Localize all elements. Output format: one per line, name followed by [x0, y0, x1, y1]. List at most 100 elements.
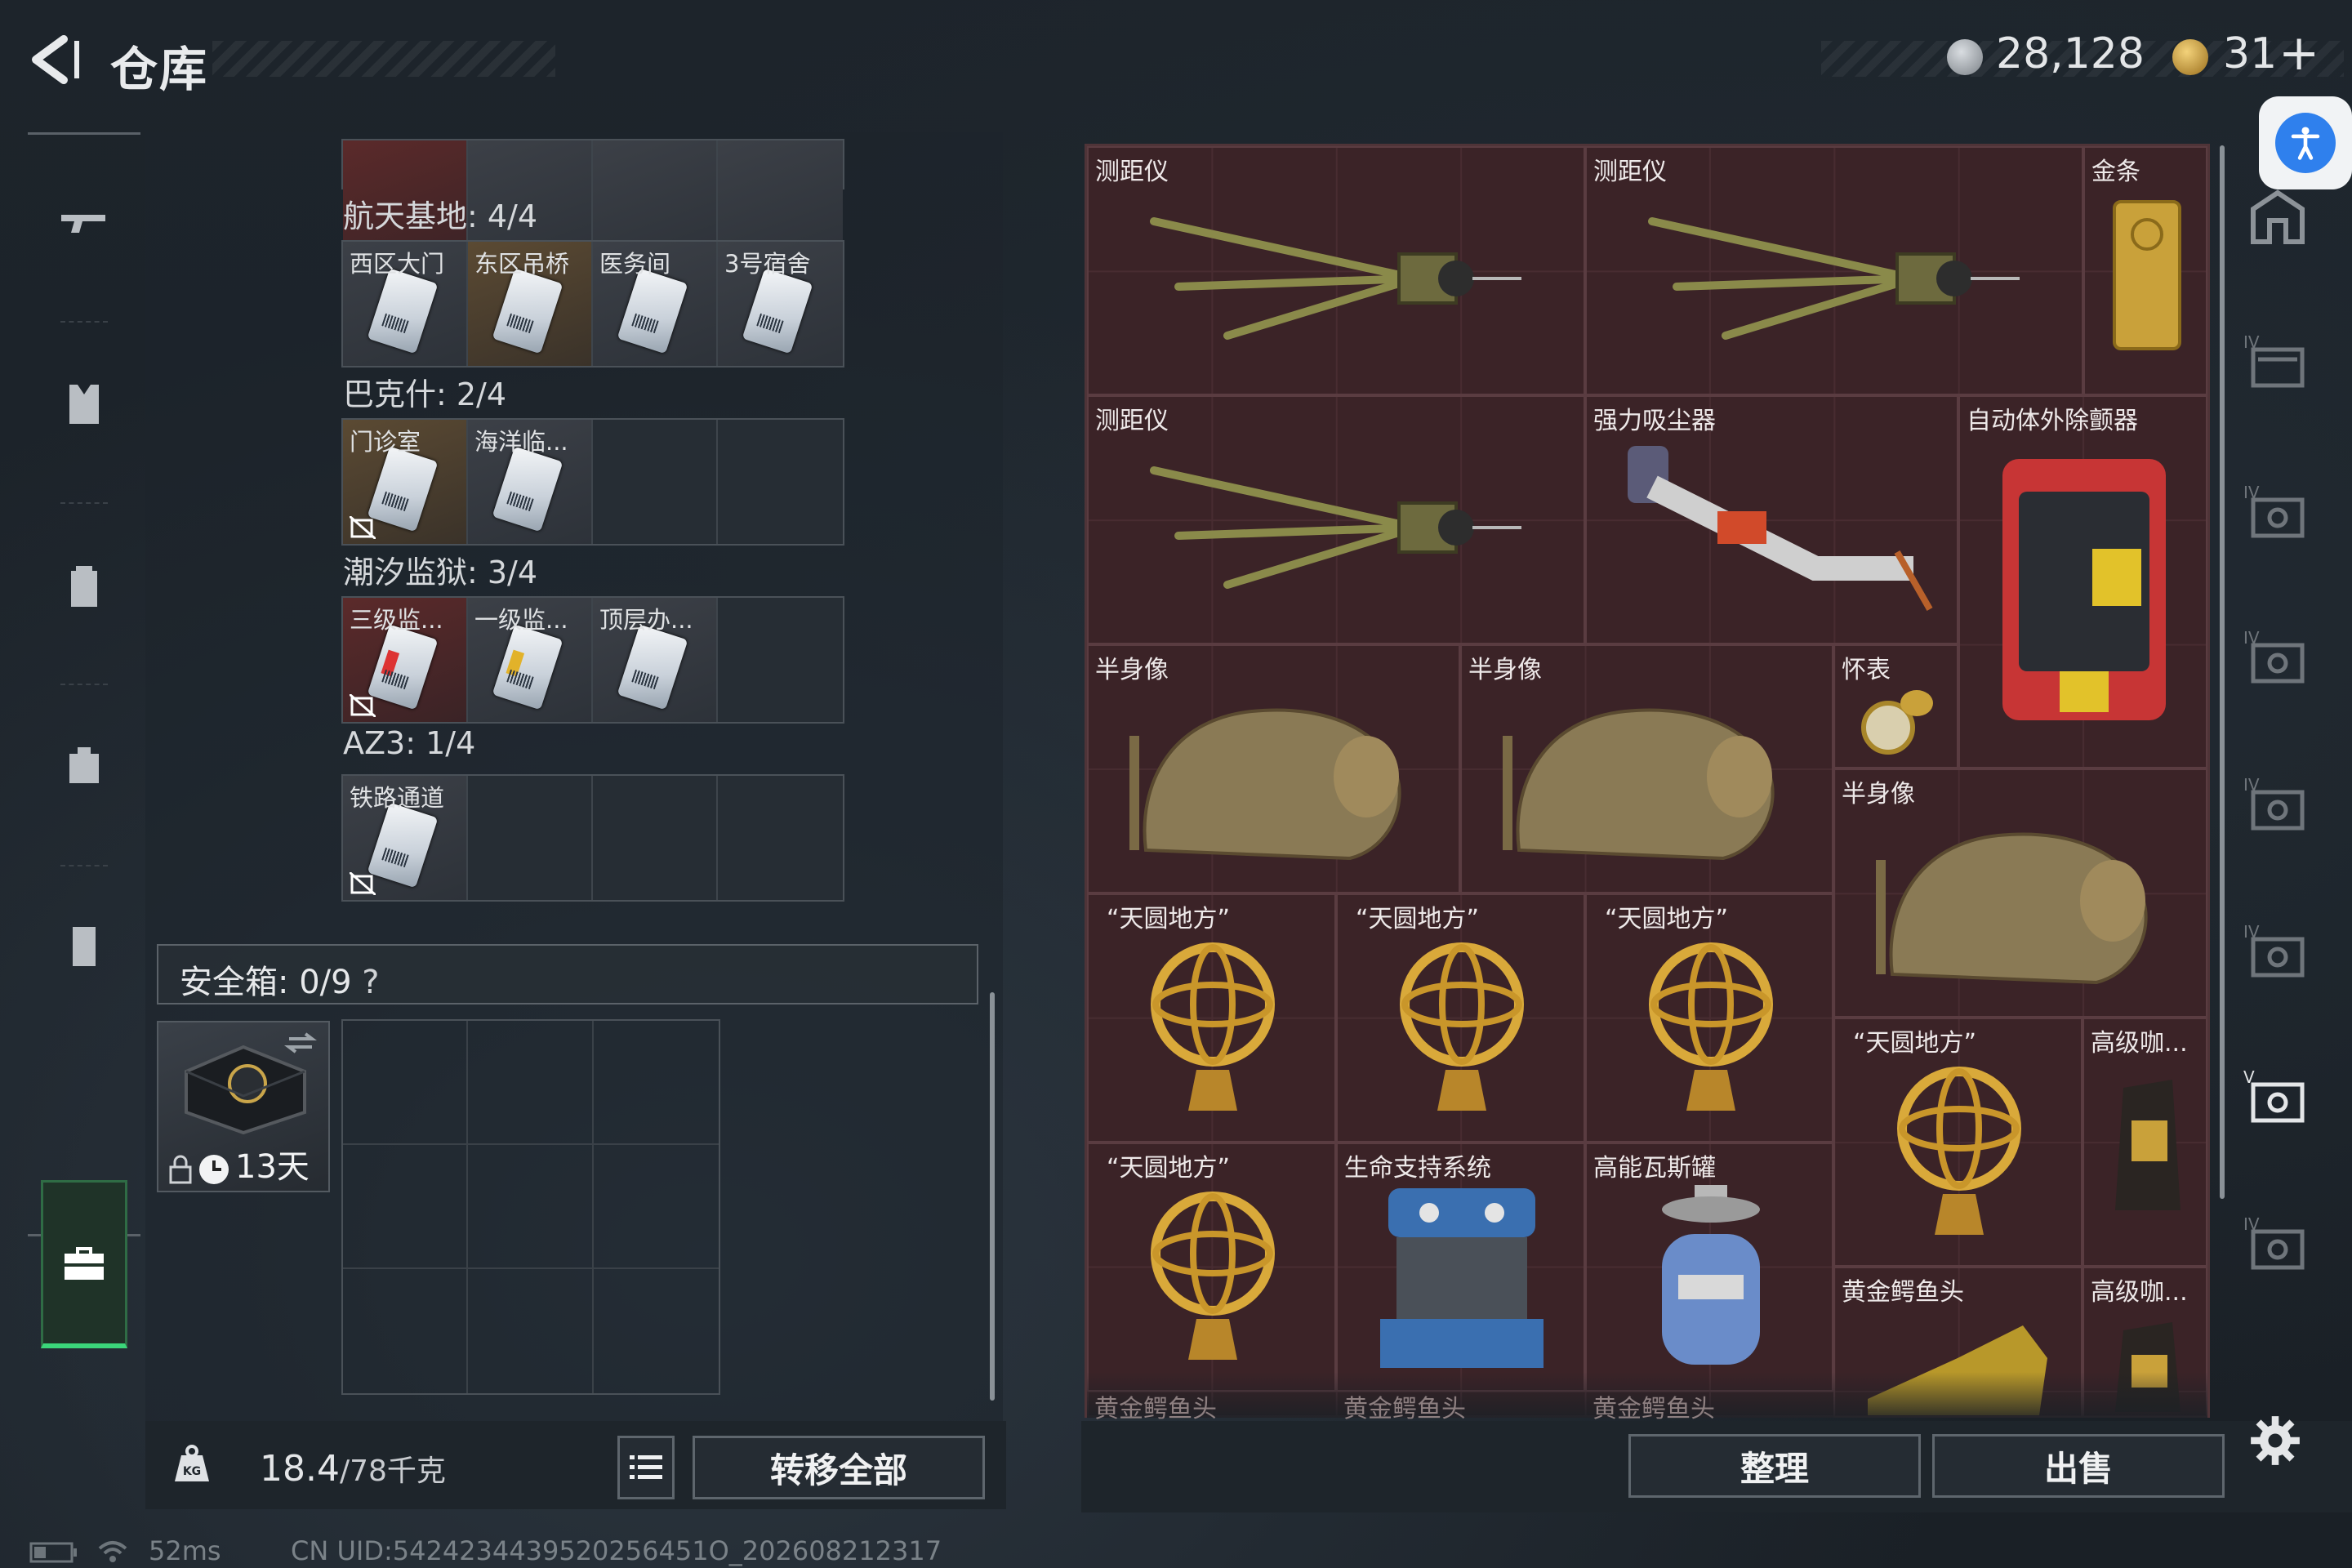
stash-item-rangefinder[interactable]: 测距仪: [1087, 146, 1585, 395]
item-label: 黄金鳄鱼头: [1842, 1278, 1964, 1307]
item-label: “天圆地方”: [1605, 905, 1729, 933]
safe-slot[interactable]: [593, 1021, 719, 1145]
page-title: 仓库: [110, 42, 209, 97]
safe-v-icon-selected[interactable]: V: [2242, 1065, 2314, 1130]
keycard-slot-empty[interactable]: [718, 420, 843, 544]
keycard-slot-empty[interactable]: [593, 420, 718, 544]
left-scrollbar[interactable]: [990, 992, 995, 1401]
nav-chest-rig[interactable]: [28, 677, 140, 853]
nav-backpack[interactable]: [28, 497, 140, 674]
safe-iv-icon[interactable]: IV: [2242, 1212, 2314, 1277]
organize-button[interactable]: 整理: [1628, 1434, 1921, 1498]
keycard-slot[interactable]: 海洋临...: [468, 420, 593, 544]
stash-item-bust[interactable]: 半身像: [1833, 768, 2207, 1018]
armillary-sphere-icon: [1649, 942, 1773, 1111]
safe-iv-icon[interactable]: IV: [2242, 773, 2314, 838]
stash-item-armillary[interactable]: “天圆地方”: [1336, 893, 1585, 1143]
keycard-slot[interactable]: 铁路通道: [343, 776, 468, 900]
safe-slot[interactable]: [468, 1021, 594, 1145]
keycard-slot-empty[interactable]: [468, 776, 593, 900]
safe-iv-icon[interactable]: IV: [2242, 480, 2314, 546]
item-label: 半身像: [1095, 656, 1169, 684]
stash-item-armillary[interactable]: “天圆地方”: [1585, 893, 1833, 1143]
room-icon[interactable]: [2242, 185, 2314, 250]
svg-text:IV: IV: [2243, 1214, 2260, 1234]
stash-item-bust[interactable]: 半身像: [1460, 644, 1833, 893]
safe-slot[interactable]: [468, 1269, 594, 1393]
unlinked-icon: [350, 694, 376, 717]
stash-item-armillary[interactable]: “天圆地方”: [1833, 1018, 2082, 1267]
stash-item-coffee[interactable]: 高级咖...: [2082, 1018, 2207, 1267]
stash-item-gas-tank[interactable]: 高能瓦斯罐: [1585, 1143, 1833, 1392]
stash-item-rangefinder[interactable]: 测距仪: [1585, 146, 2083, 395]
safe-slot[interactable]: [343, 1145, 469, 1269]
item-label: 高级咖...: [2091, 1278, 2188, 1307]
nav-weapons[interactable]: [28, 135, 140, 311]
nav-safe-box[interactable]: [41, 1180, 127, 1348]
safe-slot[interactable]: [343, 1021, 469, 1145]
safe-slot[interactable]: [468, 1145, 594, 1269]
sell-button[interactable]: 出售: [1932, 1434, 2225, 1498]
keycard-icon: [367, 802, 439, 889]
safe-box-item[interactable]: 13天: [157, 1021, 330, 1192]
vest-icon: [69, 385, 99, 424]
keycard-slot[interactable]: 顶层办...: [593, 598, 718, 722]
armillary-sphere-icon: [1400, 942, 1524, 1111]
stash-item-life-support[interactable]: 生命支持系统: [1336, 1143, 1585, 1392]
rangefinder-icon: [1648, 217, 2020, 340]
weight-total: /78千克: [339, 1454, 446, 1488]
clock-icon: [199, 1155, 229, 1184]
stash-item-armillary[interactable]: “天圆地方”: [1087, 1143, 1336, 1392]
safe-slot[interactable]: [593, 1145, 719, 1269]
stash-item-gold-bar[interactable]: 金条: [2083, 146, 2207, 395]
safe-slot[interactable]: [594, 1269, 719, 1393]
nav-pouch[interactable]: [28, 858, 140, 1035]
svg-text:IV: IV: [2243, 332, 2260, 352]
keycard-slot[interactable]: 医务间: [593, 242, 718, 366]
keycard-label: 门诊室: [350, 428, 421, 456]
stash-scrollbar[interactable]: [2220, 145, 2225, 1199]
keycard-label: 医务间: [599, 250, 671, 278]
keycard-icon: [617, 624, 688, 710]
keycard-slot[interactable]: 门诊室: [343, 420, 468, 544]
safe-iv-icon[interactable]: IV: [2242, 920, 2314, 985]
settings-gear-icon[interactable]: [2249, 1414, 2301, 1467]
svg-text:IV: IV: [2243, 483, 2260, 502]
keycard-slot[interactable]: 一级监...: [468, 598, 593, 722]
stash-item-pocket-watch[interactable]: 怀表: [1833, 644, 1958, 768]
help-icon[interactable]: ?: [362, 964, 379, 1001]
stash-item-rangefinder[interactable]: 测距仪: [1087, 395, 1585, 644]
shelf-iv-icon[interactable]: IV: [2242, 330, 2314, 395]
stash-item-vacuum[interactable]: 强力吸尘器: [1585, 395, 1958, 644]
safe-box-header: 安全箱: 0/9 ?: [157, 944, 978, 1004]
safe-slot[interactable]: [343, 1269, 469, 1393]
weight-value: 18.4: [260, 1448, 340, 1490]
keycard-slot[interactable]: 3号宿舍: [718, 242, 843, 366]
stash-item-armillary[interactable]: “天圆地方”: [1087, 893, 1336, 1143]
safe-box-grid: [341, 1019, 720, 1395]
back-arrow-icon[interactable]: [24, 33, 82, 87]
keycard-slot[interactable]: 东区吊桥: [468, 242, 593, 366]
vacuum-icon: [1628, 446, 1933, 611]
keycard-slot-empty[interactable]: [718, 776, 843, 900]
safe-iv-icon[interactable]: IV: [2242, 626, 2314, 691]
keycard-icon: [492, 268, 564, 354]
keycard-slot-empty[interactable]: [718, 598, 843, 722]
stash-item-bust[interactable]: 半身像: [1087, 644, 1460, 893]
rangefinder-icon: [1150, 466, 1521, 589]
keycard-icon: [742, 268, 813, 354]
armillary-sphere-icon: [1151, 942, 1275, 1111]
keycard-slot[interactable]: 三级监...: [343, 598, 468, 722]
stash-item-aed[interactable]: 自动体外除颤器: [1958, 395, 2207, 768]
item-label: 高级咖...: [2091, 1029, 2188, 1058]
accessibility-button[interactable]: [2259, 96, 2352, 189]
nav-armor[interactable]: [28, 316, 140, 492]
transfer-all-button[interactable]: 转移全部: [693, 1436, 985, 1499]
list-view-button[interactable]: [617, 1436, 675, 1499]
keycard-slot-empty[interactable]: [593, 776, 718, 900]
keycard-icon: [617, 268, 688, 354]
keycard-slot[interactable]: 西区大门: [343, 242, 468, 366]
item-label: 自动体外除颤器: [1967, 407, 2138, 435]
add-currency-button[interactable]: +: [2278, 24, 2319, 82]
svg-text:KG: KG: [183, 1465, 201, 1478]
